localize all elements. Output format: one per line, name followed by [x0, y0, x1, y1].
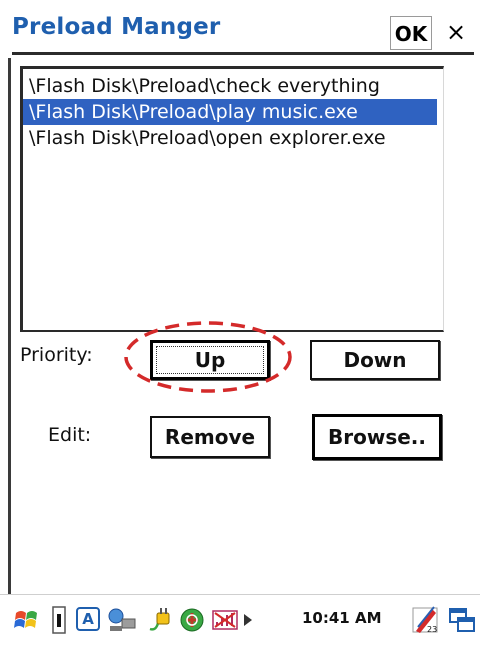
pen-calendar-icon[interactable]: 23 — [410, 605, 440, 635]
list-item-selected[interactable]: \Flash Disk\Preload\play music.exe — [23, 99, 437, 125]
focus-ring — [156, 346, 264, 374]
title-bar: Preload Manger OK × — [0, 0, 480, 68]
ok-button[interactable]: OK — [390, 16, 432, 50]
window-title: Preload Manger — [12, 14, 221, 40]
keyboard-toggle-icon[interactable] — [52, 605, 66, 635]
network-icon[interactable] — [106, 605, 138, 635]
priority-label: Priority: — [20, 344, 93, 366]
edit-label: Edit: — [48, 424, 92, 446]
title-divider — [12, 52, 474, 55]
dialog-left-border — [8, 58, 11, 598]
switch-windows-icon[interactable] — [448, 605, 476, 635]
list-item[interactable]: \Flash Disk\Preload\open explorer.exe — [23, 125, 443, 151]
browse-button[interactable]: Browse.. — [312, 414, 442, 460]
remove-button[interactable]: Remove — [150, 416, 270, 458]
input-mode-icon[interactable]: A — [76, 607, 100, 631]
clock[interactable]: 10:41 AM — [302, 609, 382, 627]
up-button[interactable]: Up — [150, 340, 270, 380]
volume-icon[interactable] — [240, 605, 256, 635]
list-item[interactable]: \Flash Disk\Preload\check everything — [23, 73, 443, 99]
preload-manager-screen: Preload Manger OK × \Flash Disk\Preload\… — [0, 0, 480, 646]
signal-icon[interactable] — [210, 605, 240, 635]
start-flag-icon[interactable] — [12, 605, 42, 635]
taskbar: A 10:41 AM 23 — [0, 594, 480, 646]
close-button[interactable]: × — [438, 16, 474, 50]
sync-icon[interactable] — [178, 605, 206, 635]
power-plug-icon[interactable] — [146, 605, 174, 635]
down-button[interactable]: Down — [310, 340, 440, 380]
svg-text:23: 23 — [427, 625, 437, 634]
preload-file-list[interactable]: \Flash Disk\Preload\check everything \Fl… — [20, 66, 444, 332]
